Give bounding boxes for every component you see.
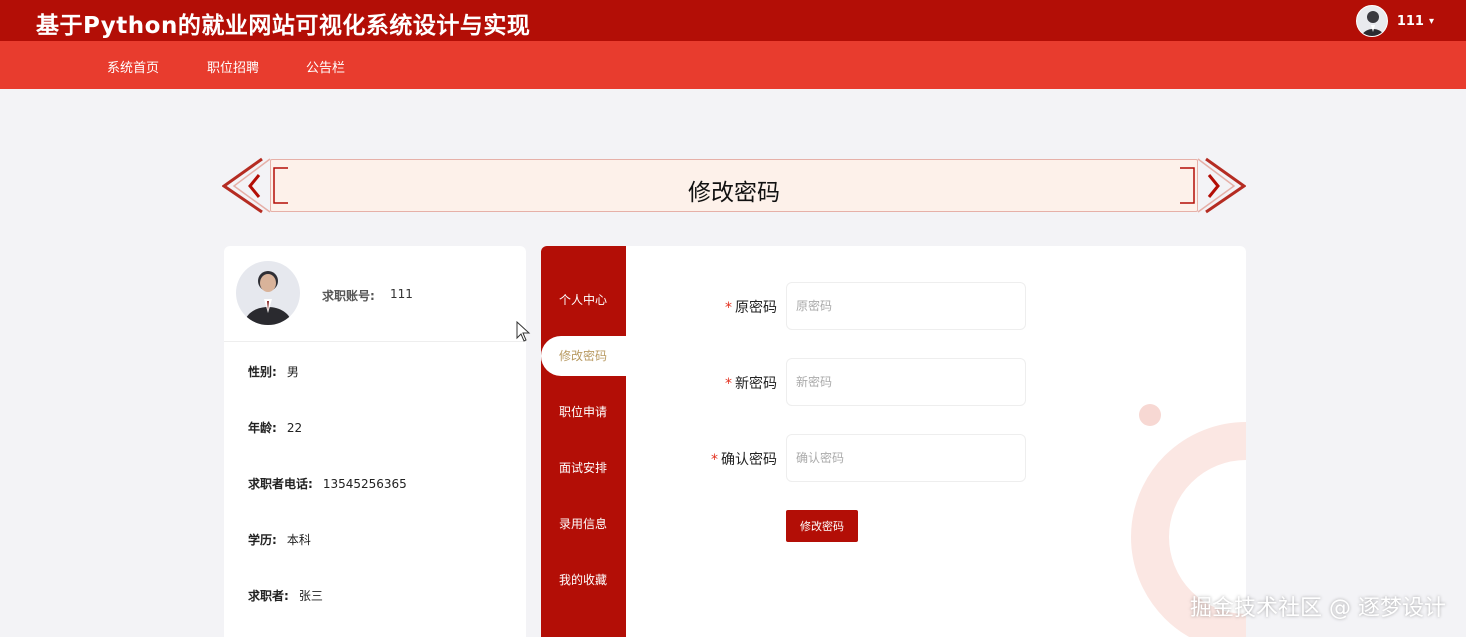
field-label: 求职者电话: [248,477,313,491]
profile-field-education: 学历: 本科 [248,531,311,548]
profile-field-name: 求职者: 张三 [248,587,323,604]
decoration-dot [1139,404,1161,426]
required-mark: * [725,376,732,392]
tab-job-applications[interactable]: 职位申请 [541,392,626,432]
required-mark: * [711,452,718,468]
confirm-password-label-text: 确认密码 [721,452,777,468]
tab-favorites[interactable]: 我的收藏 [541,560,626,600]
profile-field-phone: 求职者电话: 13545256365 [248,475,407,492]
main-nav: 系统首页 职位招聘 公告栏 [0,41,1466,89]
tab-interview-schedule[interactable]: 面试安排 [541,448,626,488]
old-password-input[interactable] [786,282,1026,330]
chevron-down-icon[interactable]: ▾ [1429,16,1434,27]
field-label: 性别: [248,365,277,379]
old-password-label-text: 原密码 [735,300,777,316]
nav-item-jobs[interactable]: 职位招聘 [207,57,259,76]
user-name[interactable]: 111 [1397,14,1424,29]
new-password-input[interactable] [786,358,1026,406]
page-title-banner: 修改密码 [222,157,1246,214]
confirm-password-input[interactable] [786,434,1026,482]
account-value: 111 [390,287,413,301]
tab-offer-info[interactable]: 录用信息 [541,504,626,544]
old-password-label: * 原密码 [667,297,777,317]
person-icon [244,271,292,325]
profile-field-gender: 性别: 男 [248,363,299,380]
tab-personal-center[interactable]: 个人中心 [541,280,626,320]
confirm-password-label: * 确认密码 [667,449,777,469]
content-panel: 个人中心 修改密码 职位申请 面试安排 录用信息 我的收藏 * 原密码 * 新密码 … [541,246,1246,637]
field-value: 男 [286,365,299,379]
new-password-label-text: 新密码 [735,376,777,392]
change-password-button[interactable]: 修改密码 [786,510,858,542]
side-tab-list: 个人中心 修改密码 职位申请 面试安排 录用信息 我的收藏 [541,246,626,637]
field-value: 张三 [298,589,323,603]
person-icon [1361,11,1385,36]
profile-avatar [236,261,300,325]
profile-header: 求职账号: 111 [224,246,526,342]
tab-change-password[interactable]: 修改密码 [541,336,626,376]
account-label: 求职账号: [322,289,375,303]
site-title: 基于Python的就业网站可视化系统设计与实现 [36,13,531,39]
field-label: 求职者: [248,589,289,603]
field-value: 13545256365 [322,477,407,491]
nav-item-home[interactable]: 系统首页 [107,57,159,76]
field-value: 本科 [286,533,311,547]
field-label: 年龄: [248,421,277,435]
top-header: 基于Python的就业网站可视化系统设计与实现 111 ▾ [0,0,1466,41]
watermark: 掘金技术社区 @ 逐梦设计 [1190,596,1446,621]
user-avatar[interactable] [1355,5,1388,37]
profile-field-age: 年龄: 22 [248,419,302,436]
nav-item-notice[interactable]: 公告栏 [306,57,345,76]
banner-arrows-icon [248,167,1220,204]
required-mark: * [725,300,732,316]
field-label: 学历: [248,533,277,547]
profile-card: 求职账号: 111 性别: 男 年龄: 22 求职者电话: 13545256365 学… [224,246,526,637]
field-value: 22 [286,421,303,435]
user-menu[interactable]: 111 ▾ [1355,4,1434,38]
mouse-cursor-icon [516,321,531,342]
new-password-label: * 新密码 [667,373,777,393]
